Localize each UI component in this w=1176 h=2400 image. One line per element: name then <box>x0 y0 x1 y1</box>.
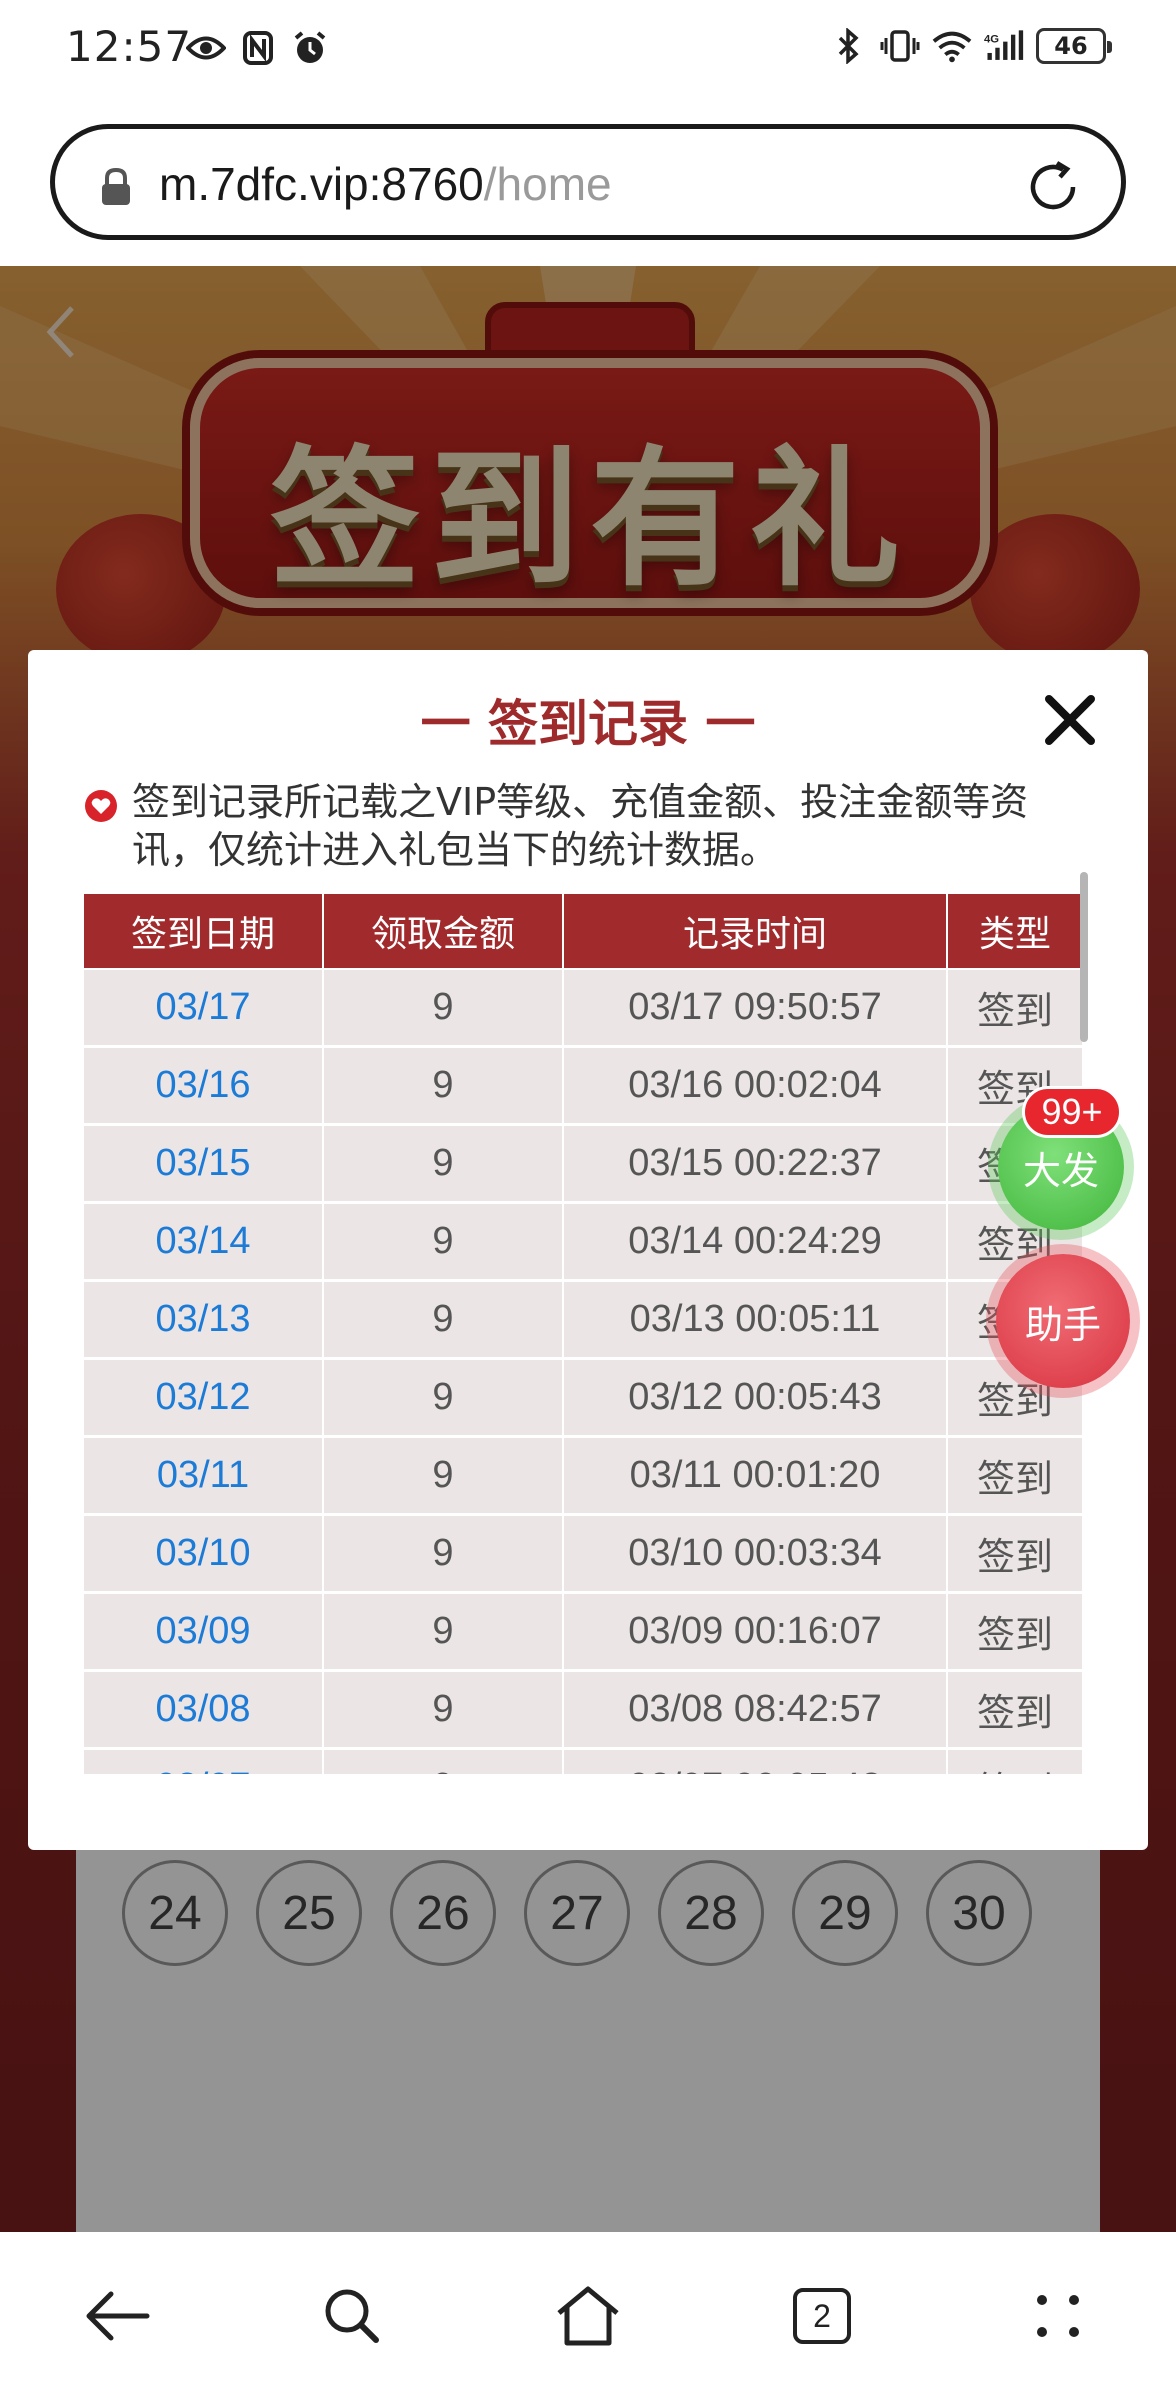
cell-time: 03/08 08:42:57 <box>564 1672 948 1747</box>
home-icon <box>557 2286 619 2346</box>
table-row: 03/09 9 03/09 00:16:07 签到 <box>84 1594 1084 1672</box>
notification-badge: 99+ <box>1022 1086 1122 1138</box>
tabs-icon: 2 <box>793 2288 851 2344</box>
back-button[interactable] <box>76 2274 160 2358</box>
search-button[interactable] <box>310 2274 394 2358</box>
url-path: /home <box>483 158 612 210</box>
sign-in-record-modal: 一 签到记录 一 签到记录所记载之VIP等级、充值金额、投注金额等资讯，仅统计进… <box>28 650 1148 1850</box>
close-button[interactable] <box>1040 690 1100 750</box>
status-time: 12:57 <box>66 22 193 71</box>
notice: 签到记录所记载之VIP等级、充值金额、投注金额等资讯，仅统计进入礼包当下的统计数… <box>84 778 1084 874</box>
table-row: 03/11 9 03/11 00:01:20 签到 <box>84 1438 1084 1516</box>
cell-amount: 9 <box>324 1204 564 1279</box>
eye-icon <box>186 28 226 68</box>
bluetooth-icon <box>828 26 868 66</box>
cell-time: 03/12 00:05:43 <box>564 1360 948 1435</box>
cell-time: 03/13 00:05:11 <box>564 1282 948 1357</box>
cell-date: 03/07 <box>84 1750 324 1774</box>
close-icon <box>1045 695 1095 745</box>
cell-amount: 9 <box>324 1438 564 1513</box>
status-bar: 12:57 4G 46 <box>0 0 1176 100</box>
cell-amount: 9 <box>324 1282 564 1357</box>
table-row: 03/07903/07 00:05:42签到 <box>84 1750 1084 1774</box>
home-button[interactable] <box>546 2274 630 2358</box>
cell-date: 03/09 <box>84 1594 324 1669</box>
cell-amount: 9 <box>324 1750 564 1774</box>
column-header: 记录时间 <box>564 894 948 968</box>
cell-date: 03/08 <box>84 1672 324 1747</box>
address-bar[interactable]: m.7dfc.vip:8760/home <box>50 124 1126 240</box>
cell-type: 签到 <box>948 1516 1084 1591</box>
table-body: 03/17 9 03/17 09:50:57 签到 03/16 9 03/16 00:02:… <box>84 970 1084 1774</box>
cell-type: 签到 <box>948 1672 1084 1747</box>
table-row: 03/10 9 03/10 00:03:34 签到 <box>84 1516 1084 1594</box>
heart-icon <box>84 786 118 834</box>
cell-date: 03/17 <box>84 970 324 1045</box>
nfc-icon <box>238 28 278 68</box>
cell-amount: 9 <box>324 1594 564 1669</box>
battery-indicator: 46 <box>1036 28 1112 64</box>
cell-time: 03/17 09:50:57 <box>564 970 948 1045</box>
cell-time: 03/14 00:24:29 <box>564 1204 948 1279</box>
bottom-nav: 2 <box>0 2232 1176 2400</box>
table-row: 03/08 9 03/08 08:42:57 签到 <box>84 1672 1084 1750</box>
status-right: 4G 46 <box>828 26 1112 66</box>
cell-time: 03/16 00:02:04 <box>564 1048 948 1123</box>
reload-icon[interactable] <box>1023 157 1083 221</box>
tabs-button[interactable]: 2 <box>780 2274 864 2358</box>
column-header: 领取金额 <box>324 894 564 968</box>
cell-date: 03/12 <box>84 1360 324 1435</box>
modal-title: 一 签到记录 一 <box>420 695 756 753</box>
table-row: 03/14 9 03/14 00:24:29 签到 <box>84 1204 1084 1282</box>
table-row: 03/13903/13 00:05:11签到 <box>84 1282 1084 1360</box>
cell-date: 03/10 <box>84 1516 324 1591</box>
cell-amount: 9 <box>324 970 564 1045</box>
column-header: 签到日期 <box>84 894 324 968</box>
cell-time: 03/09 00:16:07 <box>564 1594 948 1669</box>
helper-label: 助手 <box>1024 1302 1101 1347</box>
cell-type: 签到 <box>948 1750 1084 1774</box>
table-scrollbar[interactable] <box>1080 872 1088 1042</box>
menu-button[interactable] <box>1016 2274 1100 2358</box>
url-text[interactable]: m.7dfc.vip:8760/home <box>159 157 612 211</box>
cell-type: 签到 <box>948 1438 1084 1513</box>
table-row: 03/12 9 03/12 00:05:43 签到 <box>84 1360 1084 1438</box>
url-host: m.7dfc.vip:8760 <box>159 158 484 210</box>
cell-time: 03/15 00:22:37 <box>564 1126 948 1201</box>
cell-time: 03/11 00:01:20 <box>564 1438 948 1513</box>
cell-amount: 9 <box>324 1126 564 1201</box>
vibrate-icon <box>880 26 920 66</box>
search-icon <box>325 2289 379 2343</box>
helper-float-button[interactable]: 助手 <box>996 1254 1130 1388</box>
record-table[interactable]: 签到日期 领取金额 记录时间 类型 03/17 9 03/17 09:50:57 签到… <box>84 894 1092 1774</box>
table-row: 03/15903/15 00:22:37签到 <box>84 1126 1084 1204</box>
status-left-icons <box>186 28 330 68</box>
cell-date: 03/11 <box>84 1438 324 1513</box>
wifi-icon <box>932 26 972 66</box>
cell-amount: 9 <box>324 1048 564 1123</box>
cell-date: 03/14 <box>84 1204 324 1279</box>
cell-type: 签到 <box>948 970 1084 1045</box>
cell-type: 签到 <box>948 1594 1084 1669</box>
dafa-label: 大发 <box>1022 1148 1099 1193</box>
table-row: 03/16 9 03/16 00:02:04 签到 <box>84 1048 1084 1126</box>
column-header: 类型 <box>948 894 1084 968</box>
svg-text:4G: 4G <box>984 34 999 46</box>
cell-amount: 9 <box>324 1672 564 1747</box>
cell-date: 03/16 <box>84 1048 324 1123</box>
cell-date: 03/13 <box>84 1282 324 1357</box>
cell-date: 03/15 <box>84 1126 324 1201</box>
lock-icon <box>99 167 133 211</box>
table-row: 03/17 9 03/17 09:50:57 签到 <box>84 970 1084 1048</box>
cell-amount: 9 <box>324 1516 564 1591</box>
back-arrow-icon <box>86 2291 150 2341</box>
notice-text: 签到记录所记载之VIP等级、充值金额、投注金额等资讯，仅统计进入礼包当下的统计数… <box>132 780 1029 872</box>
cell-time: 03/07 00:05:42 <box>564 1750 948 1774</box>
cell-time: 03/10 00:03:34 <box>564 1516 948 1591</box>
alarm-icon <box>290 28 330 68</box>
cell-amount: 9 <box>324 1360 564 1435</box>
signal-4g-icon: 4G <box>984 26 1024 66</box>
table-header: 签到日期 领取金额 记录时间 类型 <box>84 894 1084 968</box>
menu-dots-icon <box>1037 2295 1079 2337</box>
